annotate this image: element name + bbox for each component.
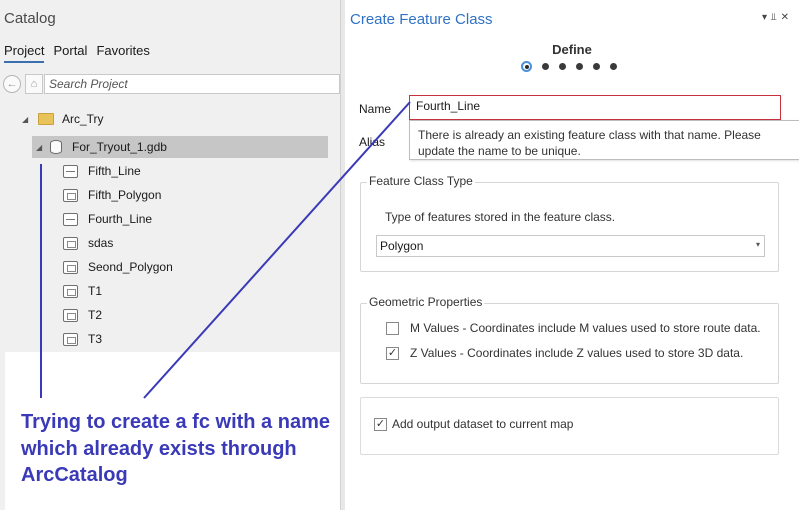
add-output-checkbox[interactable]: ✓ — [374, 417, 387, 431]
group-legend: Geometric Properties — [367, 295, 485, 309]
back-arrow-icon[interactable]: ← — [3, 75, 21, 93]
tree-folder-row[interactable]: ◢ Arc_Try — [22, 108, 104, 130]
catalog-tabs: Project Portal Favorites — [4, 43, 150, 63]
step-dot[interactable] — [610, 63, 617, 70]
add-output-option[interactable]: ✓ Add output dataset to current map — [374, 417, 573, 431]
z-values-label: Z Values - Coordinates include Z values … — [410, 346, 744, 360]
feature-type-description: Type of features stored in the feature c… — [385, 210, 616, 224]
feature-type-select[interactable]: Polygon ▾ — [376, 235, 765, 257]
tree-item[interactable]: T3 — [63, 328, 102, 350]
pane-controls: ▾⫫✕ — [762, 12, 793, 23]
polygon-feature-class-icon — [63, 284, 78, 298]
line-feature-class-icon — [63, 164, 78, 178]
chevron-down-icon: ▾ — [755, 240, 760, 249]
tree-item[interactable]: Seond_Polygon — [63, 256, 173, 278]
polygon-feature-class-icon — [63, 332, 78, 346]
folder-name: Arc_Try — [62, 112, 104, 126]
home-icon[interactable]: ⌂ — [25, 74, 43, 94]
z-values-option[interactable]: ✓ Z Values - Coordinates include Z value… — [386, 346, 743, 360]
tree-item-label: T2 — [88, 308, 103, 322]
catalog-pane: Catalog Project Portal Favorites ← ⌂ ◢ A… — [0, 0, 340, 510]
folder-icon — [38, 113, 54, 125]
add-output-label: Add output dataset to current map — [392, 417, 574, 431]
geometric-properties-group: Geometric Properties M Values - Coordina… — [360, 295, 779, 384]
create-feature-class-pane: Create Feature Class ▾⫫✕ Define Name Fou… — [345, 0, 799, 510]
tree-item[interactable]: Fifth_Polygon — [63, 184, 161, 206]
annotation-text: Trying to create a fc with a name which … — [21, 411, 330, 486]
output-options-group: ✓ Add output dataset to current map — [360, 397, 779, 455]
search-input[interactable] — [44, 74, 340, 94]
m-values-label: M Values - Coordinates include M values … — [410, 321, 761, 335]
tree-item-label: Fifth_Polygon — [88, 188, 162, 202]
step-dot[interactable] — [593, 63, 600, 70]
name-label: Name — [359, 102, 392, 116]
m-values-option[interactable]: M Values - Coordinates include M values … — [386, 321, 761, 335]
step-dot-current[interactable] — [521, 61, 532, 72]
step-indicator — [521, 61, 617, 72]
polygon-feature-class-icon — [63, 308, 78, 322]
tree-item[interactable]: sdas — [63, 232, 113, 254]
line-feature-class-icon — [63, 212, 78, 226]
tab-project[interactable]: Project — [4, 43, 45, 63]
polygon-feature-class-icon — [63, 260, 78, 274]
gdb-name: For_Tryout_1.gdb — [72, 140, 167, 154]
feature-type-value: Polygon — [380, 239, 424, 253]
tree-item-label: T3 — [88, 332, 103, 346]
step-dot[interactable] — [542, 63, 549, 70]
group-legend: Feature Class Type — [367, 174, 475, 188]
tree-item-label: Seond_Polygon — [88, 260, 173, 274]
tree-item[interactable]: Fifth_Line — [63, 160, 141, 182]
tree-gdb-row[interactable]: ◢ For_Tryout_1.gdb — [32, 136, 328, 158]
collapse-arrow-icon[interactable]: ◢ — [36, 143, 46, 152]
catalog-toolbar: ← ⌂ — [0, 72, 340, 96]
tree-item[interactable]: T1 — [63, 280, 102, 302]
catalog-title: Catalog — [4, 10, 56, 27]
name-input[interactable]: Fourth_Line — [409, 95, 781, 120]
step-dot[interactable] — [559, 63, 566, 70]
dropdown-arrow-icon[interactable]: ▾ — [762, 12, 771, 23]
alias-label: Alias — [359, 135, 386, 149]
step-title: Define — [552, 42, 592, 57]
polygon-feature-class-icon — [63, 188, 78, 202]
collapse-arrow-icon[interactable]: ◢ — [22, 115, 32, 124]
tab-portal[interactable]: Portal — [53, 43, 87, 63]
tree-item-label: sdas — [88, 236, 114, 250]
error-tooltip: There is already an existing feature cla… — [409, 120, 799, 160]
tree-item-label: Fifth_Line — [88, 164, 141, 178]
polygon-feature-class-icon — [63, 236, 78, 250]
step-dot[interactable] — [576, 63, 583, 70]
pin-icon[interactable]: ⫫ — [771, 12, 781, 23]
feature-class-type-group: Feature Class Type Type of features stor… — [360, 174, 779, 272]
m-values-checkbox[interactable] — [386, 321, 399, 335]
tree-item[interactable]: T2 — [63, 304, 102, 326]
tab-favorites[interactable]: Favorites — [96, 43, 149, 63]
z-values-checkbox[interactable]: ✓ — [386, 346, 399, 360]
tree-item-label: Fourth_Line — [88, 212, 153, 226]
tree-item[interactable]: Fourth_Line — [63, 208, 152, 230]
pane-title: Create Feature Class — [350, 11, 493, 28]
geodatabase-icon — [50, 140, 62, 154]
tree-item-label: T1 — [88, 284, 103, 298]
close-icon[interactable]: ✕ — [781, 12, 793, 23]
